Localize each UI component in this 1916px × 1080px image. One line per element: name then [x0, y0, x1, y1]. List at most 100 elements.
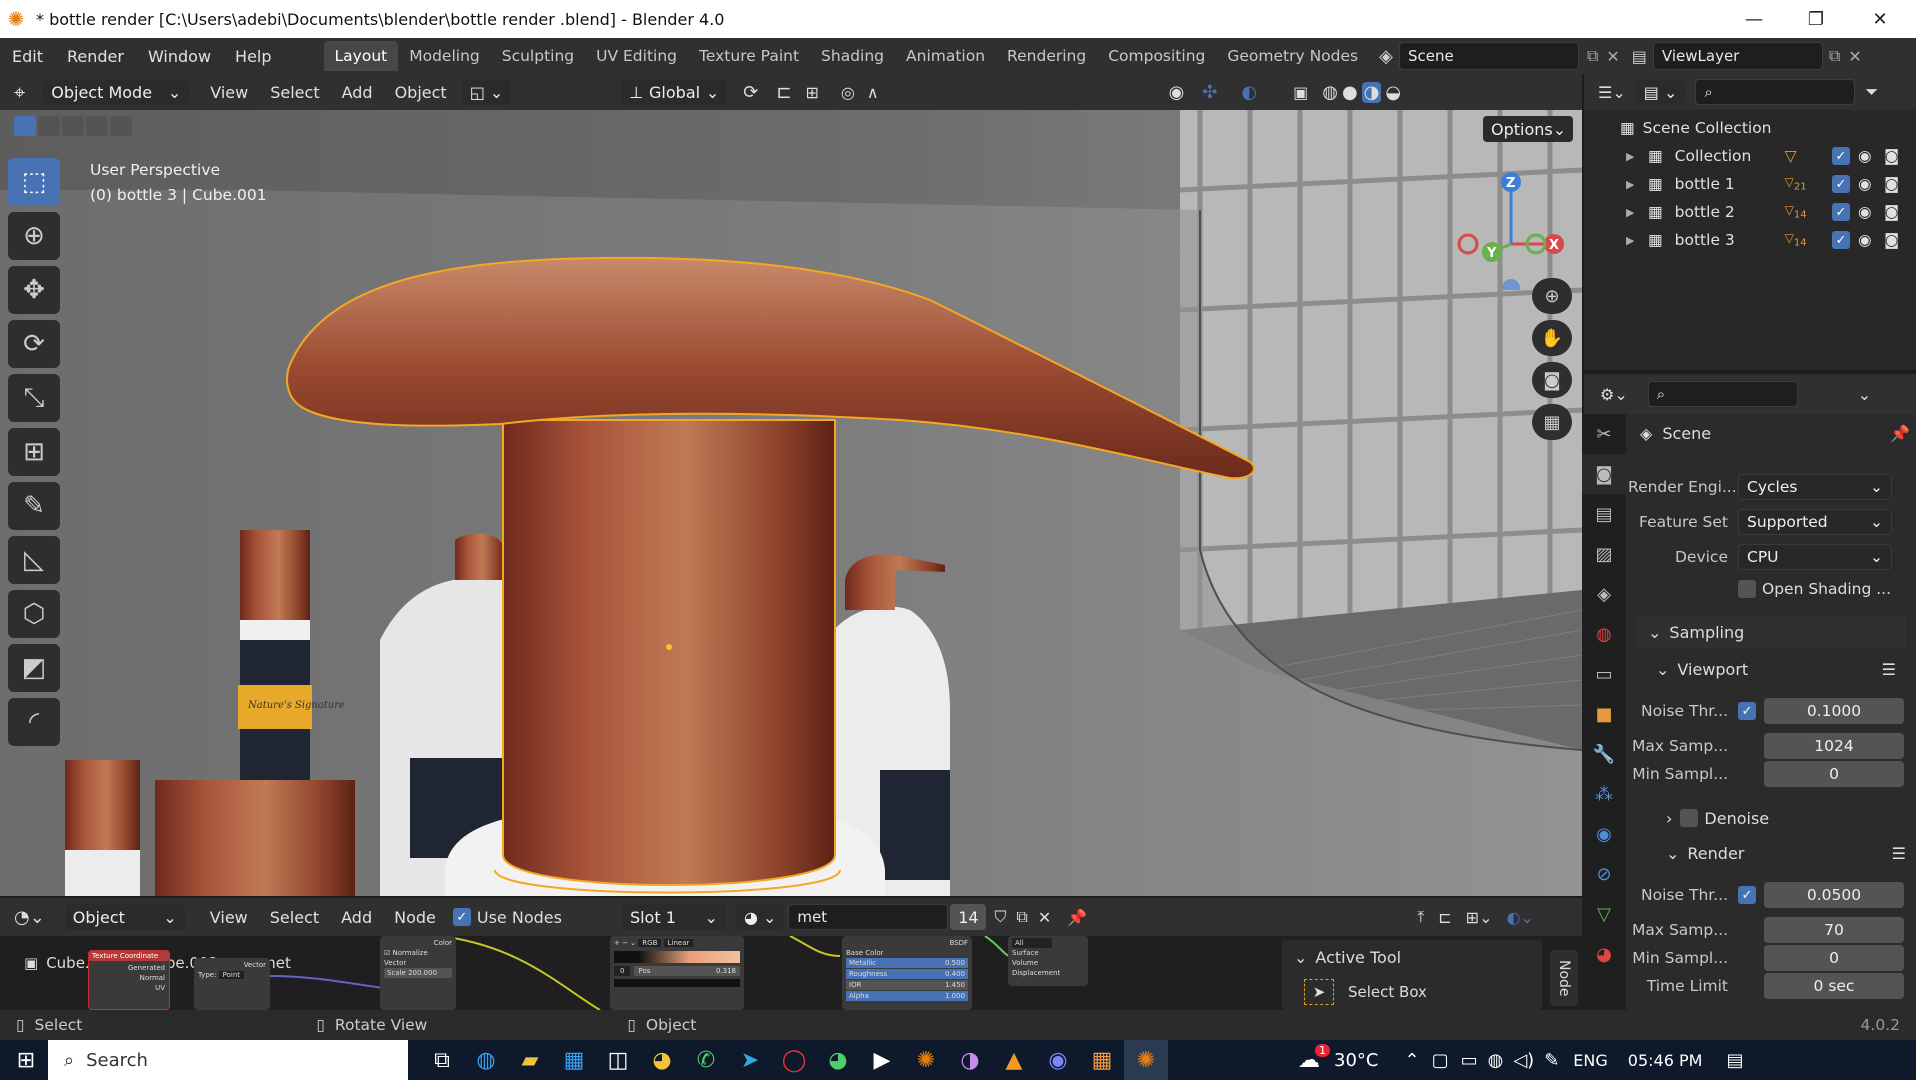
outliner-item-bottle-2[interactable]: ▶ ▦ bottle 2 ▽14 ✓ ◉ ◙ — [1584, 198, 1916, 226]
display-mode-icon[interactable]: ▤ ⌄ — [1635, 79, 1686, 105]
remove-scene-icon[interactable]: ✕ — [1606, 47, 1619, 66]
viewport-menu-object[interactable]: Object — [384, 83, 458, 102]
parent-node-tree-icon[interactable]: ⤒ — [1417, 907, 1424, 927]
weather-icon[interactable]: ☁ 1 — [1298, 1043, 1330, 1073]
mapping-node[interactable]: Vector Type: Point — [194, 958, 270, 1010]
pan-hand-icon[interactable]: ✋ — [1532, 320, 1572, 356]
xray-icon[interactable]: ▣ — [1293, 83, 1308, 102]
osl-checkbox[interactable] — [1738, 580, 1756, 598]
grid-perspective-icon[interactable]: ▦ — [1532, 404, 1572, 440]
texture-coordinate-node[interactable]: Texture Coordinate Generated Normal UV — [88, 950, 170, 1010]
volume-icon[interactable]: ◁) — [1513, 1050, 1534, 1071]
tab-rendering[interactable]: Rendering — [996, 41, 1097, 71]
select-box-icon[interactable]: ➤ — [1304, 979, 1334, 1005]
select-subtract-icon[interactable] — [62, 116, 84, 136]
presets-list-icon[interactable]: ☰ — [1882, 660, 1896, 679]
metallic-field[interactable]: 0.500 — [945, 958, 965, 968]
file-explorer-icon[interactable]: ▰ — [508, 1040, 552, 1080]
chevron-up-icon[interactable]: ⌃ — [1404, 1050, 1419, 1071]
pen-icon[interactable]: ✎ — [1544, 1050, 1559, 1071]
denoise-subpanel-header[interactable]: › Denoise — [1666, 804, 1906, 832]
vp-noise-field[interactable]: 0.1000 — [1764, 698, 1904, 724]
snap-target-icon[interactable]: ⊞⌄ — [1466, 908, 1493, 927]
pin-icon[interactable]: 📌 — [1067, 908, 1087, 927]
overlays-icon[interactable]: ◐⌄ — [1506, 908, 1533, 927]
language-label[interactable]: ENG — [1573, 1051, 1607, 1070]
transform-orientation-dropdown[interactable]: ⊥ Global ⌄ — [621, 79, 728, 105]
node-menu-view[interactable]: View — [199, 908, 259, 927]
expand-arrow-icon[interactable]: ▶ — [1626, 206, 1648, 219]
data-tab-icon[interactable]: ▽ — [1582, 894, 1626, 934]
eye-icon[interactable]: ◉ — [1858, 147, 1872, 165]
vp-noise-checkbox[interactable]: ✓ — [1738, 702, 1756, 720]
expand-arrow-icon[interactable]: ▶ — [1626, 234, 1648, 247]
color-app-icon[interactable]: ◑ — [948, 1040, 992, 1080]
device-dropdown[interactable]: CPU ⌄ — [1738, 544, 1892, 570]
app-icon[interactable]: ◫ — [596, 1040, 640, 1080]
network-icon[interactable]: ◍ — [1488, 1050, 1504, 1071]
snap-icon[interactable]: ⊏ — [1438, 908, 1451, 927]
sampling-panel-header[interactable]: ⌄ Sampling — [1636, 616, 1906, 648]
presets-list-icon[interactable]: ☰ — [1892, 844, 1906, 863]
render-subpanel-header[interactable]: ⌄ Render ☰ — [1666, 838, 1906, 868]
chrome-profile-icon[interactable]: ◕ — [816, 1040, 860, 1080]
menu-help[interactable]: Help — [223, 47, 283, 66]
camera-icon[interactable]: ◙ — [1532, 362, 1572, 398]
exclude-checkbox[interactable]: ✓ — [1832, 147, 1850, 165]
annotate-tool-icon[interactable]: ✎ — [8, 482, 60, 530]
outliner-editor-icon[interactable]: ☰⌄ — [1598, 83, 1626, 102]
viewlayer-icon[interactable]: ▤ — [1632, 47, 1647, 66]
options-dropdown[interactable]: Options ⌄ — [1483, 116, 1573, 142]
eye-icon[interactable]: ◉ — [1858, 231, 1872, 249]
edge-browser-icon[interactable]: ◍ — [464, 1040, 508, 1080]
render-camera-icon[interactable]: ◙ — [1884, 203, 1899, 221]
store-icon[interactable]: ▦ — [552, 1040, 596, 1080]
blender-taskbar-icon[interactable]: ✺ — [904, 1040, 948, 1080]
exclude-checkbox[interactable]: ✓ — [1832, 231, 1850, 249]
overlays-icon[interactable]: ◐ — [1241, 82, 1257, 103]
zoom-icon[interactable]: ⊕ — [1532, 278, 1572, 314]
feature-set-dropdown[interactable]: Supported ⌄ — [1738, 509, 1892, 535]
color-ramp-gradient[interactable] — [614, 951, 740, 963]
select-new-icon[interactable] — [14, 116, 36, 136]
taskbar-search-box[interactable]: ⌕ Search — [48, 1040, 408, 1080]
tab-texture-paint[interactable]: Texture Paint — [688, 41, 810, 71]
ior-field[interactable]: 1.450 — [945, 980, 965, 990]
outliner-search-input[interactable]: ⌕ — [1695, 79, 1856, 105]
duplicate-material-icon[interactable]: ⧉ — [1016, 907, 1027, 927]
material-tab-icon[interactable]: ◕ — [1582, 934, 1626, 974]
constraints-tab-icon[interactable]: ⊘ — [1582, 854, 1626, 894]
color-ramp-node[interactable]: + − ⌄ RGB Linear 0 Pos 0.318 — [610, 936, 744, 1010]
tab-geometry-nodes[interactable]: Geometry Nodes — [1216, 41, 1369, 71]
principled-bsdf-node[interactable]: BSDF Base Color Metallic 0.500 Roughness 0… — [842, 936, 972, 1010]
measure-tool-icon[interactable]: ◺ — [8, 536, 60, 584]
node-sidebar-tab[interactable]: Node — [1550, 950, 1578, 1006]
gizmo-toggle-icon[interactable]: ✣ — [1202, 82, 1217, 103]
editor-type-icon[interactable]: ⌖ — [14, 80, 25, 104]
viewport-menu-select[interactable]: Select — [259, 83, 330, 102]
windows-start-icon[interactable]: ⊞ — [4, 1040, 48, 1080]
close-button[interactable]: ✕ — [1850, 0, 1910, 38]
unlink-material-icon[interactable]: ✕ — [1038, 908, 1051, 927]
ramp-color-swatch[interactable] — [614, 979, 740, 987]
render-camera-icon[interactable]: ◙ — [1884, 147, 1899, 165]
visibility-icon[interactable]: ◉ — [1169, 82, 1185, 103]
exclude-checkbox[interactable]: ✓ — [1832, 203, 1850, 221]
outliner-item-bottle-3[interactable]: ▶ ▦ bottle 3 ▽14 ✓ ◉ ◙ — [1584, 226, 1916, 254]
scale-tool-icon[interactable]: ⤡ — [8, 374, 60, 422]
spin-tool-icon[interactable]: ◜ — [8, 698, 60, 746]
tray-icon[interactable]: ▢ — [1432, 1050, 1449, 1071]
filter-icon[interactable]: ⏷ — [1865, 82, 1878, 102]
material-output-node[interactable]: All Surface Volume Displacement — [1008, 936, 1088, 986]
maximize-button[interactable]: ❐ — [1786, 0, 1846, 38]
ramp-pos-field[interactable]: 0.318 — [716, 966, 736, 976]
viewport-menu-add[interactable]: Add — [331, 83, 384, 102]
material-browse-icon[interactable]: ◕ ⌄ — [735, 904, 785, 930]
scene-field[interactable]: Scene — [1398, 42, 1579, 70]
mapping-type-field[interactable]: Point — [218, 971, 245, 979]
viewport-3d[interactable]: Nature's Signature User Perspective (0) … — [0, 110, 1582, 896]
clock-label[interactable]: 05:46 PM — [1628, 1051, 1703, 1070]
object-tab-icon[interactable]: ■ — [1582, 694, 1626, 734]
node-menu-add[interactable]: Add — [330, 908, 383, 927]
tab-modeling[interactable]: Modeling — [398, 41, 491, 71]
